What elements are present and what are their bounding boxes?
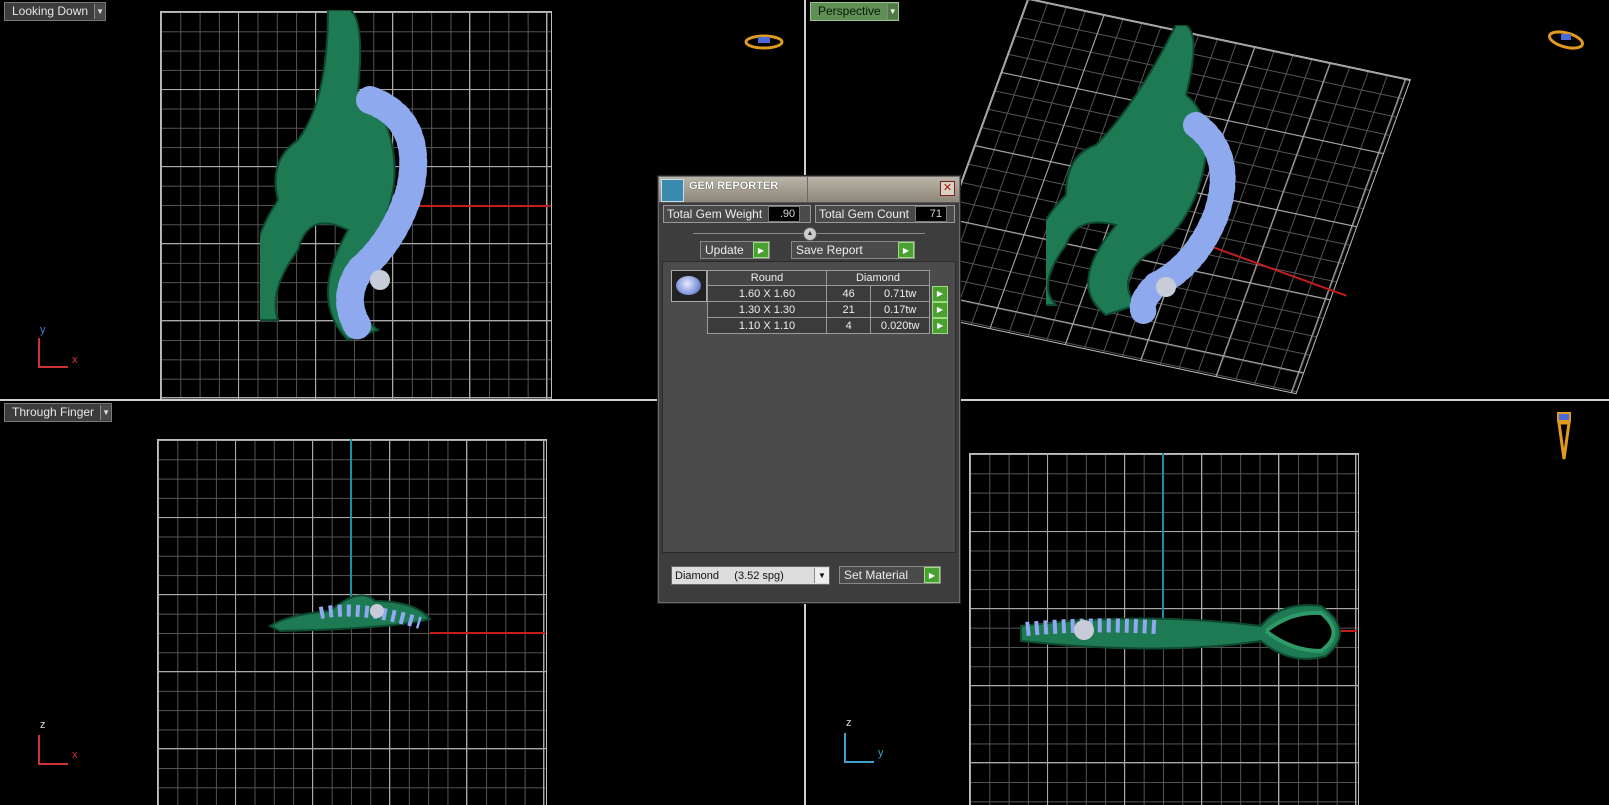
shape-header: Round	[707, 270, 827, 286]
axis-label-h: y	[878, 747, 884, 759]
dragon-pendant-model	[1020, 604, 1341, 660]
viewport-label[interactable]: Through Finger ▼	[4, 403, 113, 422]
total-gem-count-label: Total Gem Count	[818, 207, 909, 221]
gem-count: 46	[825, 285, 872, 302]
update-button[interactable]: Update ▶	[700, 241, 770, 259]
table-row[interactable]: 1.30 X 1.30 21 0.17tw ▶	[707, 301, 949, 318]
view-cube-icon[interactable]	[1554, 411, 1574, 461]
view-cube-icon[interactable]	[1546, 28, 1586, 52]
material-select[interactable]: Diamond (3.52 spg) ▼	[671, 566, 830, 585]
play-arrow-icon: ▶	[924, 567, 940, 583]
gem-size: 1.60 X 1.60	[707, 285, 827, 302]
total-gem-count-value: 71	[914, 206, 947, 222]
chevron-down-icon[interactable]: ▼	[100, 405, 112, 420]
total-gem-weight-field: Total Gem Weight .90	[663, 205, 811, 223]
total-gem-count-field: Total Gem Count 71	[814, 205, 955, 223]
viewport-label-text: Perspective	[818, 4, 881, 18]
save-report-button[interactable]: Save Report ▶	[791, 241, 915, 259]
viewport-label-text: Through Finger	[12, 405, 95, 419]
table-row[interactable]: 1.60 X 1.60 46 0.71tw ▶	[707, 285, 949, 302]
material-header: Diamond	[826, 270, 930, 286]
dialog-title: GEM REPORTER	[689, 180, 779, 192]
table-row[interactable]: 1.10 X 1.10 4 0.020tw ▶	[707, 317, 949, 334]
axis-triad: y x	[38, 324, 78, 368]
gem-weight: 0.71tw	[870, 285, 930, 302]
gem-reporter-dialog[interactable]: GEM REPORTER ✕ Total Gem Weight .90 Tota…	[658, 176, 960, 603]
material-select-value: Diamond (3.52 spg)	[675, 569, 784, 582]
axis-label-v: z	[846, 717, 852, 729]
viewport-label[interactable]: Looking Down ▼	[4, 2, 107, 21]
close-icon[interactable]: ✕	[940, 181, 955, 196]
gem-list-panel[interactable]: Round Diamond 1.60 X 1.60 46 0.71tw ▶ 1.…	[662, 261, 956, 553]
gem-count: 4	[825, 317, 872, 334]
view-cube-icon[interactable]	[744, 32, 784, 52]
x-axis-line	[430, 632, 545, 634]
set-material-button[interactable]: Set Material ▶	[839, 566, 941, 584]
gem-weight: 0.020tw	[870, 317, 930, 334]
axis-triad: z x	[38, 719, 78, 765]
viewport-label-text: Looking Down	[12, 4, 89, 18]
axis-triad: z y	[844, 717, 884, 763]
chevron-down-icon[interactable]: ▼	[886, 4, 898, 19]
play-arrow-icon[interactable]: ▶	[932, 301, 948, 318]
chevron-down-icon[interactable]: ▼	[814, 568, 829, 583]
play-arrow-icon: ▶	[898, 242, 914, 258]
dragon-pendant-model	[1046, 25, 1236, 325]
viewport-label[interactable]: Perspective ▼	[810, 2, 899, 21]
total-gem-weight-label: Total Gem Weight	[667, 207, 763, 221]
axis-label-v: z	[40, 719, 46, 731]
update-button-label: Update	[705, 243, 744, 257]
play-arrow-icon: ▶	[753, 242, 769, 258]
play-arrow-icon[interactable]: ▶	[932, 285, 948, 302]
dragon-pendant-model	[267, 594, 432, 633]
gem-table: Round Diamond 1.60 X 1.60 46 0.71tw ▶ 1.…	[707, 270, 949, 334]
dialog-titlebar[interactable]: GEM REPORTER ✕	[659, 177, 959, 203]
chevron-down-icon[interactable]: ▼	[94, 4, 106, 19]
save-report-button-label: Save Report	[796, 243, 863, 257]
axis-label-h: x	[72, 354, 78, 366]
axis-label-v: y	[40, 324, 46, 336]
gem-weight: 0.17tw	[870, 301, 930, 318]
gem-size: 1.10 X 1.10	[707, 317, 827, 334]
round-stone-icon	[671, 270, 707, 302]
total-gem-weight-value: .90	[768, 206, 801, 222]
collapse-handle-icon[interactable]: ▲	[803, 227, 817, 241]
app-logo-icon	[661, 179, 684, 202]
play-arrow-icon[interactable]: ▶	[932, 317, 949, 334]
axis-label-h: x	[72, 749, 78, 761]
gem-size: 1.30 X 1.30	[707, 301, 827, 318]
gem-count: 21	[825, 301, 872, 318]
dragon-pendant-model	[260, 10, 428, 344]
set-material-button-label: Set Material	[844, 568, 909, 582]
